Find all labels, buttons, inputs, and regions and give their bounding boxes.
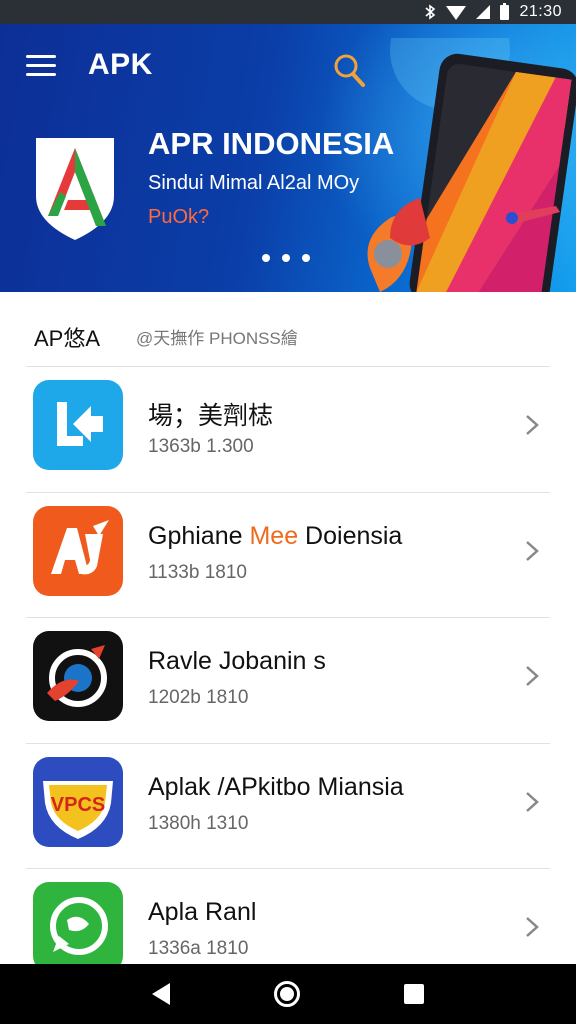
app-name: Apla Ranl (148, 898, 257, 926)
banner-cta[interactable]: PuOk? (148, 206, 209, 229)
app-title: APK (88, 48, 153, 81)
section-subtitle: @天撫作 PHONSS繪 (136, 329, 298, 348)
divider (26, 868, 550, 869)
app-name: 場；美劑梽 (148, 402, 274, 430)
home-icon[interactable] (274, 981, 300, 1007)
divider (26, 617, 550, 618)
app-name: Gphiane Mee Doiensia (148, 522, 402, 551)
app-meta: 1363b 1.300 (148, 436, 254, 457)
list-item[interactable]: Gphiane Mee Doiensia 1133b 1810 (0, 491, 576, 618)
app-name: Aplak /APkitbo Miansia (148, 772, 404, 801)
list-item[interactable]: VPCS Aplak /APkitbo Miansia 1380h 1310 (0, 742, 576, 869)
chevron-right-icon (526, 791, 539, 812)
divider (26, 491, 550, 493)
bluetooth-icon (425, 4, 436, 20)
black-target-app-icon (33, 631, 123, 721)
search-icon[interactable] (332, 52, 368, 88)
svg-text:VPCS: VPCS (51, 794, 105, 816)
chevron-right-icon (526, 666, 539, 686)
app-name-part: Doiensia (298, 521, 403, 550)
divider (26, 366, 550, 367)
status-time: 21:30 (519, 3, 562, 20)
carousel-indicator (262, 254, 310, 262)
promo-banner[interactable]: APK APR INDONESIA Sindui Mimal Al2al MOy… (0, 24, 576, 292)
app-name-accent: Mee (249, 521, 299, 550)
banner-title: APR INDONESIA (148, 126, 395, 161)
hamburger-menu-icon[interactable] (26, 55, 56, 77)
green-chat-app-icon (33, 882, 123, 972)
carousel-dot-active[interactable] (302, 254, 310, 262)
back-icon[interactable] (152, 983, 170, 1005)
chevron-right-icon (526, 917, 539, 937)
apk-logo-icon (36, 138, 114, 240)
app-name-part: Gphiane (148, 521, 250, 550)
divider (26, 742, 550, 744)
app-list: 場；美劑梽 1363b 1.300 Gphiane Mee Doiensia 1… (0, 366, 576, 994)
banner-subtitle: Sindui Mimal Al2al MOy (148, 172, 360, 194)
list-item[interactable]: 場；美劑梽 1363b 1.300 (0, 366, 576, 492)
app-meta: 1133b 1810 (148, 561, 247, 583)
status-bar: 21:30 (0, 0, 576, 24)
wifi-icon (446, 6, 467, 20)
carousel-dot[interactable] (262, 254, 270, 262)
carousel-dot[interactable] (282, 254, 290, 262)
chevron-right-icon (526, 540, 539, 561)
orange-aj-app-icon (33, 505, 123, 596)
signal-icon (476, 5, 491, 19)
app-name: Ravle Jobanin s (148, 647, 326, 675)
list-item[interactable]: Ravle Jobanin s 1202b 1810 (0, 617, 576, 743)
blue-arrow-app-icon (33, 380, 123, 470)
recents-icon[interactable] (404, 984, 424, 1004)
section-header: AP悠A @天撫作 PHONSS繪 (0, 292, 576, 370)
system-nav-bar (0, 964, 576, 1024)
chevron-right-icon (526, 415, 539, 435)
app-meta: 1336a 1810 (148, 938, 249, 959)
battery-icon (500, 2, 510, 20)
section-title: AP悠A (34, 326, 101, 351)
app-meta: 1380h 1310 (148, 812, 249, 834)
toolbar: APK (0, 24, 576, 108)
app-meta: 1202b 1810 (148, 687, 249, 708)
vpcs-shield-app-icon: VPCS (33, 756, 123, 847)
